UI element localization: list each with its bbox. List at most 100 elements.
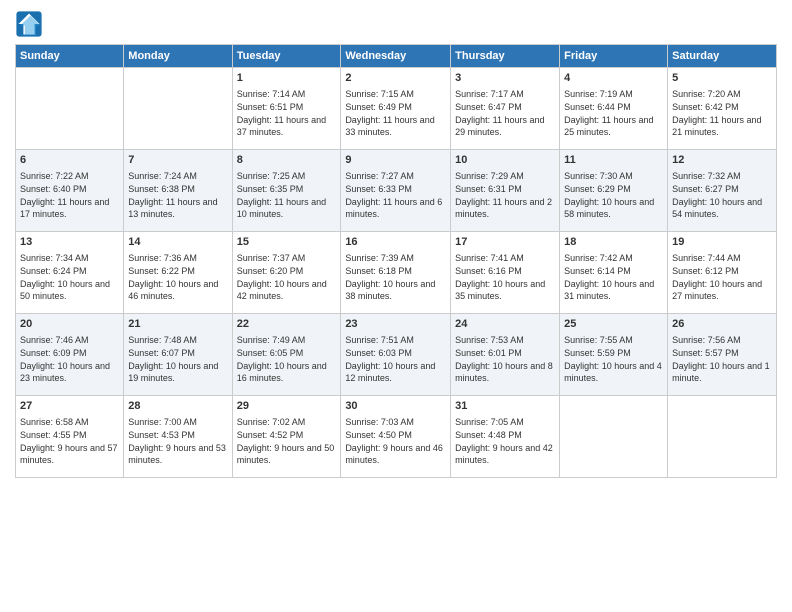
day-info: Sunrise: 7:36 AM	[128, 252, 227, 265]
day-number: 7	[128, 153, 227, 168]
day-info: Sunrise: 7:05 AM	[455, 416, 555, 429]
day-info: Sunrise: 7:22 AM	[20, 170, 119, 183]
day-info: Daylight: 9 hours and 57 minutes.	[20, 442, 119, 467]
day-number: 1	[237, 71, 337, 86]
day-info: Sunset: 6:38 PM	[128, 183, 227, 196]
calendar-cell: 11Sunrise: 7:30 AMSunset: 6:29 PMDayligh…	[560, 150, 668, 232]
calendar-week-row: 27Sunrise: 6:58 AMSunset: 4:55 PMDayligh…	[16, 396, 777, 478]
day-info: Daylight: 9 hours and 42 minutes.	[455, 442, 555, 467]
calendar-cell: 26Sunrise: 7:56 AMSunset: 5:57 PMDayligh…	[668, 314, 777, 396]
day-info: Sunrise: 7:30 AM	[564, 170, 663, 183]
day-info: Sunrise: 7:25 AM	[237, 170, 337, 183]
day-info: Sunset: 6:27 PM	[672, 183, 772, 196]
calendar-cell: 25Sunrise: 7:55 AMSunset: 5:59 PMDayligh…	[560, 314, 668, 396]
day-info: Daylight: 10 hours and 42 minutes.	[237, 278, 337, 303]
day-header-saturday: Saturday	[668, 45, 777, 68]
day-info: Daylight: 10 hours and 46 minutes.	[128, 278, 227, 303]
day-info: Daylight: 10 hours and 1 minute.	[672, 360, 772, 385]
day-info: Sunset: 4:48 PM	[455, 429, 555, 442]
day-info: Daylight: 10 hours and 27 minutes.	[672, 278, 772, 303]
calendar-cell: 4Sunrise: 7:19 AMSunset: 6:44 PMDaylight…	[560, 68, 668, 150]
day-info: Daylight: 10 hours and 38 minutes.	[345, 278, 446, 303]
day-info: Sunset: 6:29 PM	[564, 183, 663, 196]
calendar-cell: 21Sunrise: 7:48 AMSunset: 6:07 PMDayligh…	[124, 314, 232, 396]
day-header-monday: Monday	[124, 45, 232, 68]
day-info: Sunset: 6:42 PM	[672, 101, 772, 114]
day-info: Sunset: 6:35 PM	[237, 183, 337, 196]
day-header-tuesday: Tuesday	[232, 45, 341, 68]
logo-icon	[15, 10, 43, 38]
day-number: 10	[455, 153, 555, 168]
day-number: 6	[20, 153, 119, 168]
day-number: 2	[345, 71, 446, 86]
calendar-cell	[124, 68, 232, 150]
day-info: Sunrise: 7:29 AM	[455, 170, 555, 183]
day-number: 24	[455, 317, 555, 332]
calendar-cell: 13Sunrise: 7:34 AMSunset: 6:24 PMDayligh…	[16, 232, 124, 314]
day-info: Sunrise: 7:49 AM	[237, 334, 337, 347]
day-info: Daylight: 10 hours and 16 minutes.	[237, 360, 337, 385]
calendar-week-row: 1Sunrise: 7:14 AMSunset: 6:51 PMDaylight…	[16, 68, 777, 150]
day-number: 18	[564, 235, 663, 250]
calendar-cell: 17Sunrise: 7:41 AMSunset: 6:16 PMDayligh…	[451, 232, 560, 314]
day-info: Sunrise: 7:24 AM	[128, 170, 227, 183]
day-info: Daylight: 11 hours and 17 minutes.	[20, 196, 119, 221]
day-info: Sunrise: 7:02 AM	[237, 416, 337, 429]
day-number: 26	[672, 317, 772, 332]
calendar-cell: 30Sunrise: 7:03 AMSunset: 4:50 PMDayligh…	[341, 396, 451, 478]
day-info: Daylight: 11 hours and 6 minutes.	[345, 196, 446, 221]
calendar-cell: 28Sunrise: 7:00 AMSunset: 4:53 PMDayligh…	[124, 396, 232, 478]
calendar-cell: 3Sunrise: 7:17 AMSunset: 6:47 PMDaylight…	[451, 68, 560, 150]
day-info: Daylight: 11 hours and 2 minutes.	[455, 196, 555, 221]
calendar-cell: 8Sunrise: 7:25 AMSunset: 6:35 PMDaylight…	[232, 150, 341, 232]
day-info: Sunset: 6:49 PM	[345, 101, 446, 114]
calendar-cell: 31Sunrise: 7:05 AMSunset: 4:48 PMDayligh…	[451, 396, 560, 478]
day-number: 15	[237, 235, 337, 250]
day-number: 17	[455, 235, 555, 250]
day-info: Sunrise: 7:48 AM	[128, 334, 227, 347]
day-info: Daylight: 10 hours and 50 minutes.	[20, 278, 119, 303]
calendar-cell: 12Sunrise: 7:32 AMSunset: 6:27 PMDayligh…	[668, 150, 777, 232]
calendar-cell: 14Sunrise: 7:36 AMSunset: 6:22 PMDayligh…	[124, 232, 232, 314]
day-info: Sunset: 6:51 PM	[237, 101, 337, 114]
day-info: Sunrise: 7:20 AM	[672, 88, 772, 101]
day-info: Sunrise: 7:37 AM	[237, 252, 337, 265]
calendar-week-row: 6Sunrise: 7:22 AMSunset: 6:40 PMDaylight…	[16, 150, 777, 232]
day-number: 21	[128, 317, 227, 332]
calendar-cell: 9Sunrise: 7:27 AMSunset: 6:33 PMDaylight…	[341, 150, 451, 232]
day-info: Daylight: 11 hours and 13 minutes.	[128, 196, 227, 221]
day-number: 12	[672, 153, 772, 168]
day-info: Sunrise: 7:17 AM	[455, 88, 555, 101]
day-number: 23	[345, 317, 446, 332]
day-info: Sunrise: 7:53 AM	[455, 334, 555, 347]
day-info: Sunset: 6:07 PM	[128, 347, 227, 360]
day-number: 30	[345, 399, 446, 414]
day-info: Daylight: 10 hours and 4 minutes.	[564, 360, 663, 385]
calendar-cell: 27Sunrise: 6:58 AMSunset: 4:55 PMDayligh…	[16, 396, 124, 478]
day-info: Daylight: 10 hours and 12 minutes.	[345, 360, 446, 385]
calendar-table: SundayMondayTuesdayWednesdayThursdayFrid…	[15, 44, 777, 478]
calendar-cell: 22Sunrise: 7:49 AMSunset: 6:05 PMDayligh…	[232, 314, 341, 396]
calendar-header-row: SundayMondayTuesdayWednesdayThursdayFrid…	[16, 45, 777, 68]
day-info: Daylight: 10 hours and 8 minutes.	[455, 360, 555, 385]
day-info: Sunset: 6:09 PM	[20, 347, 119, 360]
calendar-cell	[16, 68, 124, 150]
day-number: 16	[345, 235, 446, 250]
calendar-cell: 2Sunrise: 7:15 AMSunset: 6:49 PMDaylight…	[341, 68, 451, 150]
day-info: Sunset: 6:47 PM	[455, 101, 555, 114]
day-info: Sunset: 6:03 PM	[345, 347, 446, 360]
day-info: Daylight: 11 hours and 21 minutes.	[672, 114, 772, 139]
day-info: Sunrise: 7:27 AM	[345, 170, 446, 183]
day-number: 20	[20, 317, 119, 332]
day-info: Sunset: 6:01 PM	[455, 347, 555, 360]
day-info: Sunset: 6:22 PM	[128, 265, 227, 278]
day-info: Sunset: 6:05 PM	[237, 347, 337, 360]
day-info: Sunrise: 7:32 AM	[672, 170, 772, 183]
calendar-cell: 5Sunrise: 7:20 AMSunset: 6:42 PMDaylight…	[668, 68, 777, 150]
day-info: Daylight: 11 hours and 37 minutes.	[237, 114, 337, 139]
calendar-cell: 29Sunrise: 7:02 AMSunset: 4:52 PMDayligh…	[232, 396, 341, 478]
calendar-cell: 19Sunrise: 7:44 AMSunset: 6:12 PMDayligh…	[668, 232, 777, 314]
day-info: Sunset: 4:52 PM	[237, 429, 337, 442]
day-number: 11	[564, 153, 663, 168]
day-info: Sunrise: 7:34 AM	[20, 252, 119, 265]
